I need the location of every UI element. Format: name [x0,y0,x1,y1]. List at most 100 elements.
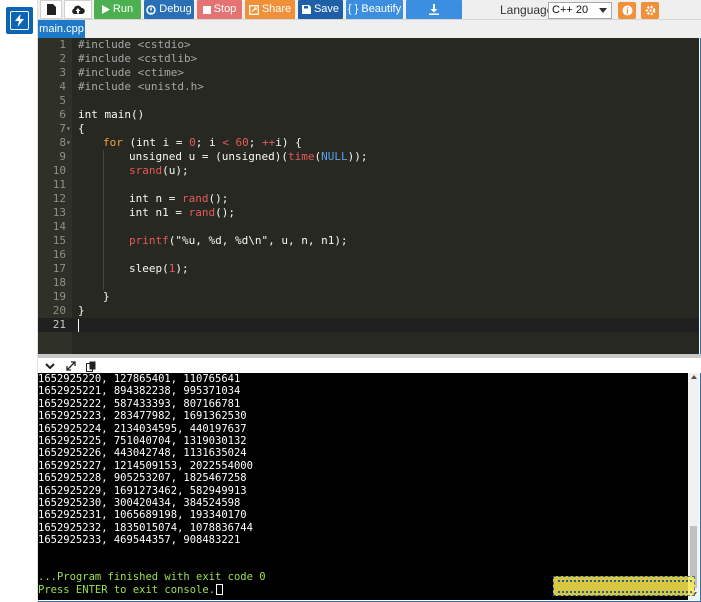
exit-message: ...Program finished with exit code 0 [38,571,266,584]
language-select[interactable]: C++ 20 [548,2,612,19]
toolbar: Run Debug Stop Share Save { } Beautify L… [38,0,701,20]
save-button[interactable]: Save [298,0,343,19]
code-line: } [78,304,85,317]
settings-button[interactable] [641,2,659,19]
line-number: 7 [59,122,66,135]
debug-button[interactable]: Debug [144,0,194,19]
beautify-button[interactable]: { } Beautify [346,0,403,19]
stop-button[interactable]: Stop [197,0,242,19]
lightning-logo-icon[interactable] [6,7,33,34]
console-toolbar [38,354,701,373]
download-icon [429,4,439,15]
share-button[interactable]: Share [245,0,295,19]
line-number: 17 [52,262,66,275]
fold-arrow-icon[interactable]: ▾ [66,136,72,150]
code-line: int main() [78,108,145,121]
line-number: 2 [59,52,66,65]
play-icon [101,5,110,14]
left-rail [0,0,38,602]
chevron-down-icon [45,362,55,369]
upload-button[interactable] [64,0,92,19]
line-number: 13 [52,206,66,219]
text-cursor [78,319,79,332]
bug-icon [146,4,157,15]
copy-icon [86,361,96,372]
line-number: 14 [52,220,66,233]
console-line: 1652925233, 469544357, 908483221 [38,534,241,547]
line-number: 6 [59,108,66,121]
code-line: unsigned u = (unsigned)(time(NULL)); [129,150,368,163]
beautify-label: { } Beautify [347,3,402,15]
floppy-icon [301,5,311,14]
console-line: 1652925220, 127865401, 110765641 [38,373,241,385]
console-line: 1652925228, 905253207, 1825467258 [38,472,247,485]
file-icon [46,4,56,15]
code-line: #include <cstdlib> [78,52,198,65]
stop-icon [202,5,211,14]
enter-prompt-line: Press ENTER to exit console. [38,583,224,596]
console-output[interactable]: 1652925220, 127865401, 110765641 1652925… [38,373,688,600]
language-value: C++ 20 [552,4,589,16]
fold-arrow-icon[interactable]: ▾ [66,122,72,136]
expand-icon [66,361,76,371]
code-line: { [78,122,85,135]
console-line: 1652925221, 894382238, 995371034 [38,385,241,398]
line-number: 8 [59,136,66,149]
expand-console-button[interactable] [64,360,78,372]
code-line: #include <cstdio> [78,38,191,51]
line-number: 11 [52,178,66,191]
console-line: 1652925226, 443042748, 1131635024 [38,447,247,460]
console-line: 1652925224, 2134034595, 440197637 [38,422,247,435]
line-number: 10 [52,164,66,177]
share-icon [248,4,259,15]
console-line: 1652925222, 587433393, 807166781 [38,397,241,410]
terminal-cursor [216,583,224,595]
new-file-button[interactable] [40,0,62,19]
copy-console-button[interactable] [84,360,98,372]
language-label: Language [500,3,554,17]
console-line: 1652925231, 1065689198, 193340170 [38,509,247,522]
scroll-up-arrow-icon[interactable] [691,375,697,379]
code-line: printf("%u, %d, %d\n", u, n, n1); [129,234,348,247]
line-number: 15 [52,234,66,247]
console-line: 1652925230, 300420434, 384524598 [38,497,241,509]
watermark-logo [553,576,695,596]
line-number: 3 [59,66,66,79]
code-line: int n = rand(); [129,192,229,205]
line-number: 16 [52,248,66,261]
file-tab-bar: main.cpp [38,20,701,38]
line-number: 21 [52,318,66,331]
code-line: srand(u); [129,164,189,177]
code-line: int n1 = rand(); [129,206,235,219]
code-line: for (int i = 0; i < 60; ++i) { [103,136,302,149]
run-label: Run [112,3,134,15]
enter-prompt: Press ENTER to exit console. [38,583,216,596]
code-editor[interactable]: 1 #include <cstdio> 2 #include <cstdlib> 3… [38,38,699,354]
tab-main-cpp[interactable]: main.cpp [38,20,85,38]
download-button[interactable] [406,0,462,19]
stop-label: Stop [213,3,237,15]
run-button[interactable]: Run [94,0,141,19]
console-line: 1652925225, 751040704, 1319030132 [38,435,247,447]
line-number: 20 [52,304,66,317]
code-line: sleep(1); [129,262,189,275]
line-number: 9 [59,150,66,163]
gear-icon [645,5,655,16]
console-line: 1652925232, 1835015074, 1078836744 [38,521,253,534]
code-line: #include <ctime> [78,66,184,79]
console-line: 1652925229, 1691273462, 582949913 [38,484,247,497]
line-number: 18 [52,276,66,289]
console-scrollbar[interactable] [688,373,699,600]
code-line: } [103,290,110,303]
save-label: Save [313,3,340,15]
info-icon [622,5,632,16]
info-button[interactable] [618,2,636,19]
line-number: 19 [52,290,66,303]
line-number: 12 [52,192,66,205]
line-number: 4 [59,80,66,93]
upload-icon [72,5,85,14]
chevron-down-icon [599,8,607,13]
share-label: Share [261,3,292,15]
code-line: #include <unistd.h> [78,80,204,93]
collapse-console-button[interactable] [43,360,57,372]
